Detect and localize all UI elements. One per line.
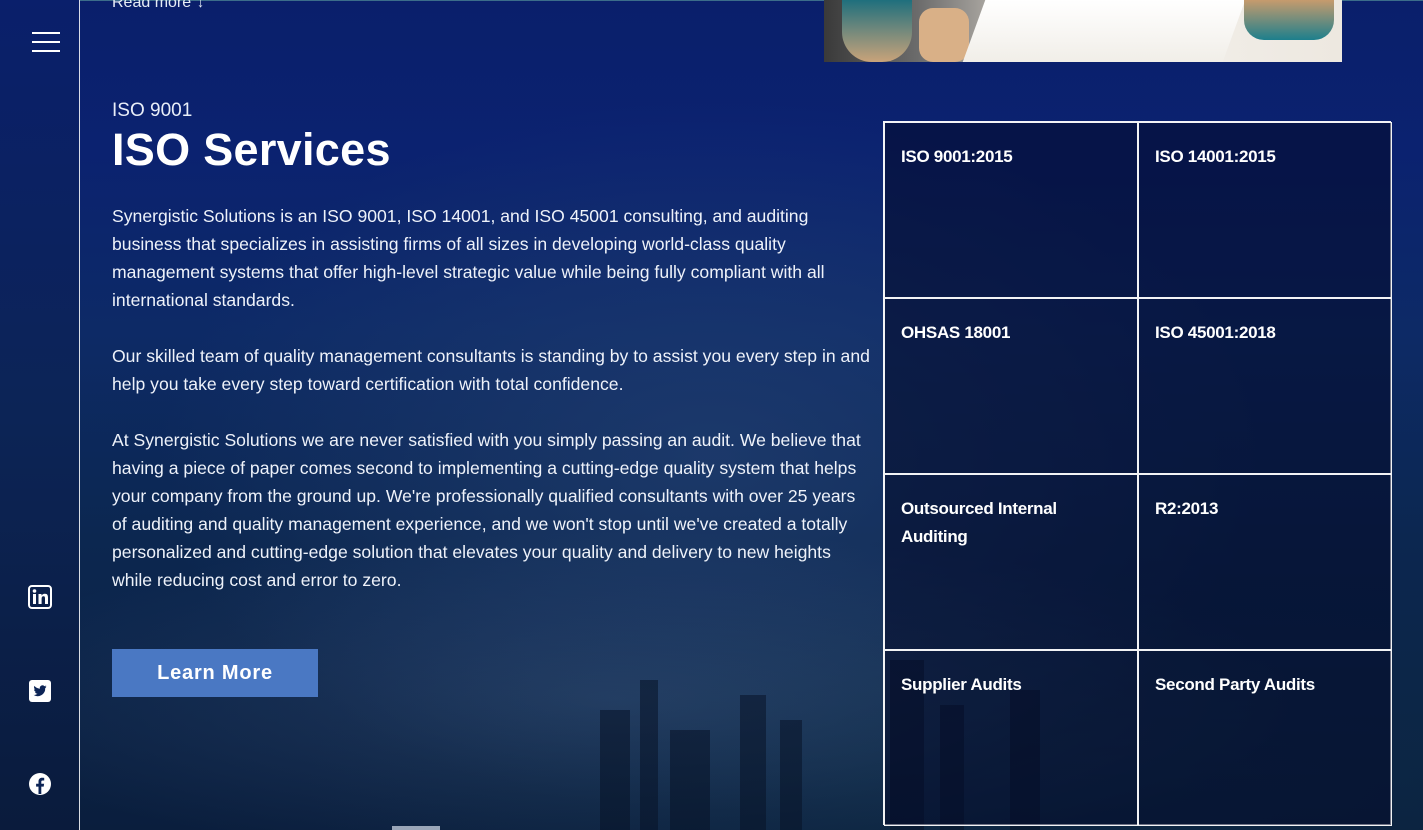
section-eyebrow: ISO 9001 [112,100,193,121]
menu-icon[interactable] [32,32,60,54]
learn-more-button[interactable]: Learn More [112,649,318,697]
meeting-room-image [824,0,1342,62]
read-more-label: Read more [112,0,192,11]
chevron-down-icon: ↓ [197,0,205,10]
commitment-paragraph: At Synergistic Solutions we are never sa… [112,430,861,590]
intro-paragraph: Synergistic Solutions is an ISO 9001, IS… [112,206,825,310]
twitter-icon[interactable] [28,679,52,703]
service-card-ohsas-18001[interactable]: OHSAS 18001 [884,298,1138,474]
service-card-second-party-audits[interactable]: Second Party Audits [1138,650,1392,826]
service-card-supplier-audits[interactable]: Supplier Audits [884,650,1138,826]
sidebar [0,0,80,830]
services-grid: ISO 9001:2015 ISO 14001:2015 OHSAS 18001… [883,121,1392,826]
page-title: ISO Services [112,124,391,175]
scroll-indicator [392,826,440,830]
linkedin-icon[interactable] [28,585,52,609]
service-card-r2-2013[interactable]: R2:2013 [1138,474,1392,650]
service-card-iso-45001[interactable]: ISO 45001:2018 [1138,298,1392,474]
service-card-iso-14001[interactable]: ISO 14001:2015 [1138,122,1392,298]
service-card-iso-9001[interactable]: ISO 9001:2015 [884,122,1138,298]
team-paragraph: Our skilled team of quality management c… [112,346,870,394]
facebook-icon[interactable] [28,772,52,796]
service-card-internal-auditing[interactable]: Outsourced Internal Auditing [884,474,1138,650]
read-more-link[interactable]: Read more ↓ [112,0,204,12]
